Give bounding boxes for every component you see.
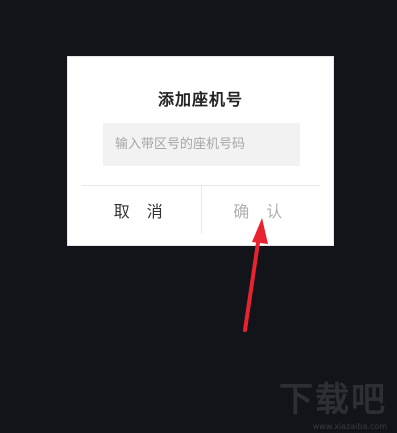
annotation-arrow-icon (243, 218, 268, 332)
watermark-logo: 下载吧 (279, 380, 387, 420)
watermark-url: www.xiazaiba.com (312, 422, 387, 431)
